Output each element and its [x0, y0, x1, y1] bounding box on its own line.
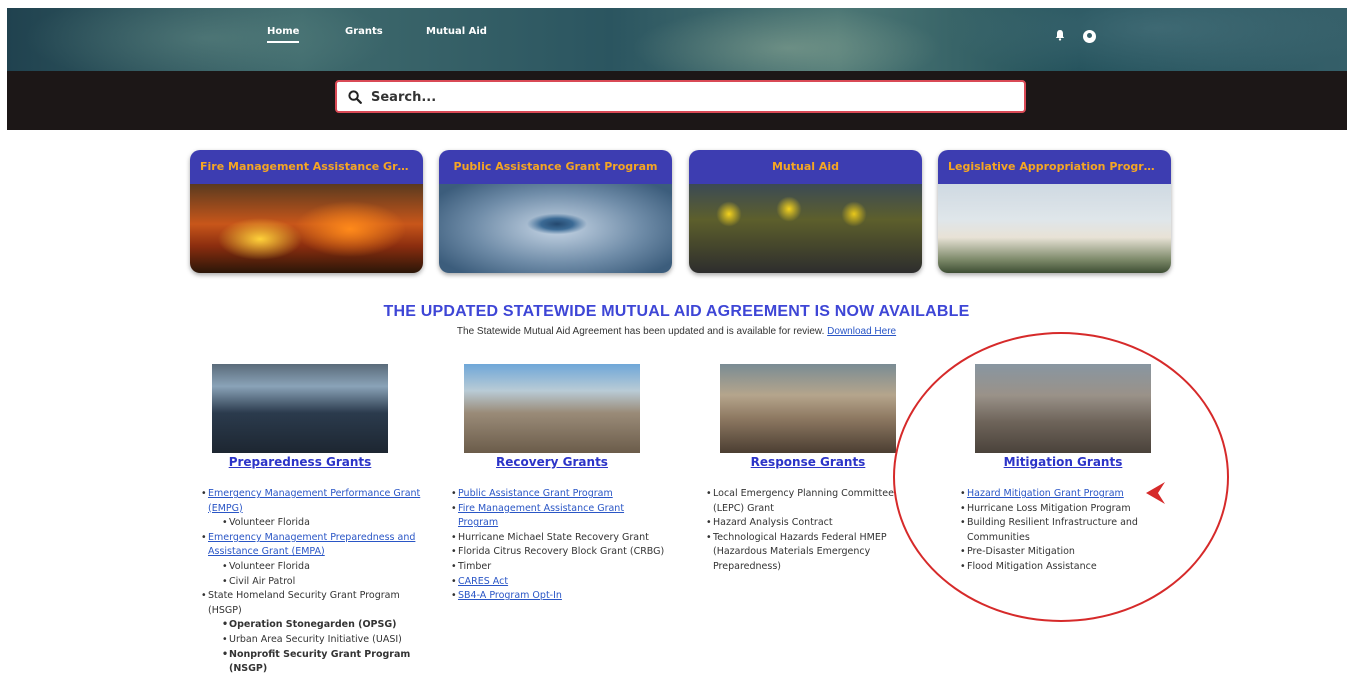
recovery-grants-link[interactable]: Recovery Grants [452, 455, 652, 469]
pagp-link[interactable]: Public Assistance Grant Program [458, 488, 613, 499]
recovery-image [464, 364, 640, 453]
list-item: Emergency Management Performance Grant (… [201, 487, 426, 516]
fmag-link[interactable]: Fire Management Assistance Grant Program [458, 503, 624, 529]
list-item: Volunteer Florida [201, 560, 426, 575]
list-item: State Homeland Security Grant Program (H… [201, 589, 426, 618]
card-image-hurricane [439, 184, 672, 273]
sb4a-link[interactable]: SB4-A Program Opt-In [458, 590, 562, 601]
list-item: Public Assistance Grant Program [451, 487, 666, 502]
announcement-text: The Statewide Mutual Aid Agreement has b… [0, 326, 1353, 337]
list-item: Volunteer Florida [201, 516, 426, 531]
card-public-assistance[interactable]: Public Assistance Grant Program [439, 150, 672, 273]
list-item: SB4-A Program Opt-In [451, 589, 666, 604]
list-item: Emergency Management Preparedness and As… [201, 531, 426, 560]
announcement-body: The Statewide Mutual Aid Agreement has b… [456, 326, 825, 337]
empg-link[interactable]: Emergency Management Performance Grant (… [208, 488, 420, 514]
cares-act-link[interactable]: CARES Act [458, 576, 508, 587]
list-item: Civil Air Patrol [201, 575, 426, 590]
list-item: Hazard Analysis Contract [706, 516, 906, 531]
response-grants-link[interactable]: Response Grants [708, 455, 908, 469]
user-avatar-icon[interactable] [1083, 30, 1096, 43]
card-title: Mutual Aid [689, 150, 922, 184]
card-legislative-appropriation[interactable]: Legislative Appropriation Program [938, 150, 1171, 273]
list-item: Fire Management Assistance Grant Program [451, 502, 666, 531]
nav-home[interactable]: Home [267, 26, 300, 43]
response-image [720, 364, 896, 453]
bell-icon[interactable] [1054, 29, 1066, 41]
list-item: CARES Act [451, 575, 666, 590]
card-mutual-aid[interactable]: Mutual Aid [689, 150, 922, 273]
card-title: Legislative Appropriation Program [938, 150, 1171, 184]
list-item: Urban Area Security Initiative (UASI) [201, 633, 426, 648]
card-image-firefighters [689, 184, 922, 273]
card-fire-management[interactable]: Fire Management Assistance Gra... [190, 150, 423, 273]
list-item: Nonprofit Security Grant Program (NSGP) [201, 648, 426, 677]
list-item: Timber [451, 560, 666, 575]
announcement-heading: THE UPDATED STATEWIDE MUTUAL AID AGREEME… [383, 303, 970, 320]
response-list: Local Emergency Planning Committee (LEPC… [706, 487, 906, 575]
list-item: Local Emergency Planning Committee (LEPC… [706, 487, 906, 516]
header-hero-banner [7, 8, 1347, 71]
card-title: Public Assistance Grant Program [439, 150, 672, 184]
list-item: Florida Citrus Recovery Block Grant (CRB… [451, 545, 666, 560]
nav-grants[interactable]: Grants [345, 26, 383, 37]
recovery-list: Public Assistance Grant Program Fire Man… [451, 487, 666, 604]
arrow-pointer-icon [1146, 482, 1165, 504]
card-title: Fire Management Assistance Gra... [190, 150, 423, 184]
card-image-capitol [938, 184, 1171, 273]
list-item: Operation Stonegarden (OPSG) [201, 618, 426, 633]
highlight-circle [893, 332, 1229, 622]
search-box[interactable] [335, 80, 1026, 113]
download-link[interactable]: Download Here [827, 326, 896, 337]
preparedness-image [212, 364, 388, 453]
search-icon [348, 90, 362, 104]
preparedness-grants-link[interactable]: Preparedness Grants [200, 455, 400, 469]
preparedness-list: Emergency Management Performance Grant (… [201, 487, 426, 677]
list-item: Technological Hazards Federal HMEP (Haza… [706, 531, 906, 575]
search-input[interactable] [371, 87, 1011, 107]
empa-link[interactable]: Emergency Management Preparedness and As… [208, 532, 415, 558]
list-item: Hurricane Michael State Recovery Grant [451, 531, 666, 546]
nav-mutual-aid[interactable]: Mutual Aid [426, 26, 487, 37]
card-image-wildfire [190, 184, 423, 273]
